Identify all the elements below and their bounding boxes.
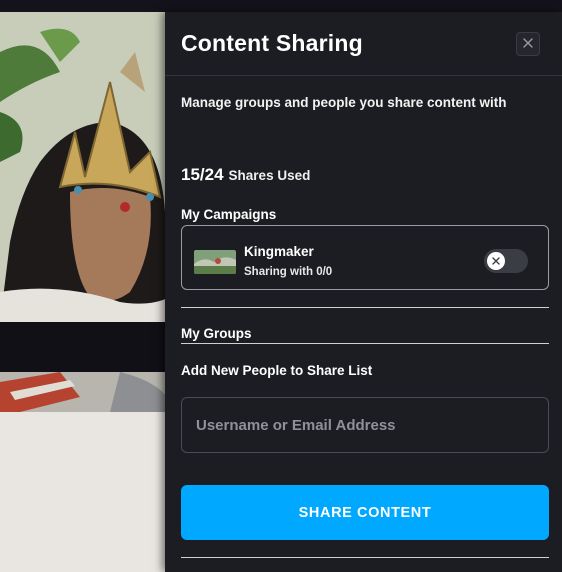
username-email-input[interactable] [181, 397, 549, 453]
section-divider [181, 307, 549, 308]
campaign-share-toggle[interactable] [484, 249, 528, 273]
close-icon [523, 35, 533, 53]
background-band [0, 322, 170, 372]
campaign-card: Kingmaker Sharing with 0/0 [181, 225, 549, 290]
panel-title: Content Sharing [181, 30, 363, 56]
shares-count: 15/24 [181, 165, 224, 184]
panel-subtitle: Manage groups and people you share conte… [181, 95, 507, 110]
my-groups-heading: My Groups [181, 326, 252, 341]
share-content-button[interactable]: SHARE CONTENT [181, 485, 549, 540]
shares-usage: 15/24 Shares Used [181, 165, 310, 185]
header-divider [165, 75, 562, 76]
top-bar [0, 0, 562, 12]
campaign-name: Kingmaker [244, 244, 314, 259]
background-artwork-secondary [0, 372, 170, 412]
groups-divider [181, 343, 549, 344]
shares-label: Shares Used [228, 168, 311, 183]
add-people-heading: Add New People to Share List [181, 363, 373, 378]
bottom-divider [181, 557, 549, 558]
campaign-thumbnail [194, 250, 236, 274]
background-artwork [0, 12, 170, 322]
content-sharing-panel: Content Sharing Manage groups and people… [165, 12, 562, 572]
background-page [0, 412, 170, 572]
x-icon [492, 252, 500, 270]
campaign-sharing-status: Sharing with 0/0 [244, 266, 333, 278]
toggle-knob [487, 252, 505, 270]
my-campaigns-heading: My Campaigns [181, 207, 277, 222]
close-button[interactable] [516, 32, 540, 56]
